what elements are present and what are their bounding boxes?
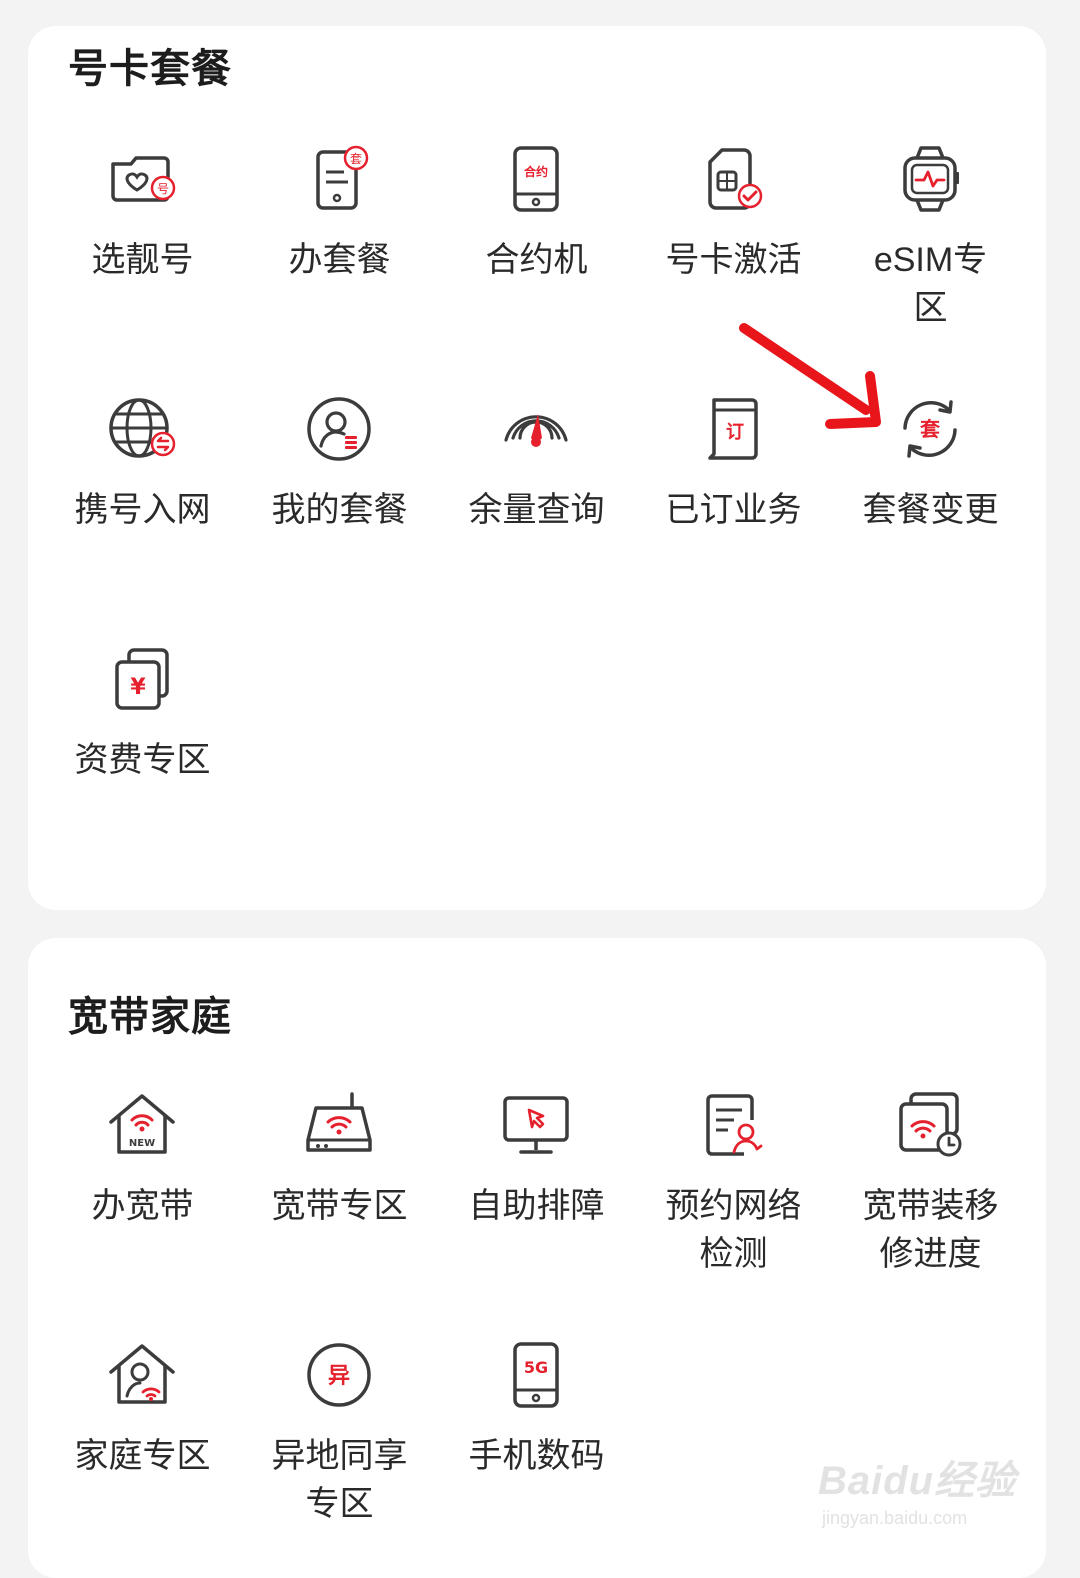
service-label: 携号入网 [74,491,211,529]
phone-5g-icon: 5G [501,1340,571,1410]
wifi-clock-icon [895,1090,965,1160]
service-label: 办宽带 [91,1187,194,1225]
svg-text:套: 套 [920,417,940,441]
service-label: 手机数码 [468,1437,605,1475]
svg-text:5G: 5G [524,1358,548,1377]
service-label: 异地同享专区 [271,1437,408,1523]
document-inspect-icon [698,1090,768,1160]
globe-transfer-icon [107,394,177,464]
user-plan-icon [304,394,374,464]
svg-text:套: 套 [350,152,362,166]
folder-heart-icon: 号 [107,144,177,214]
watermark: Baidu经验 jingyan.baidu.com [818,1448,1018,1548]
service-label: 自助排障 [468,1187,605,1225]
tariff-cards-icon: ¥ [107,644,177,714]
service-label: 我的套餐 [271,491,408,529]
service-label: 套餐变更 [862,491,999,529]
service-label: 号卡激活 [665,241,802,279]
annotation-arrow-icon [739,323,881,429]
plan-change-icon: 套 [895,394,965,464]
watermark-url: jingyan.baidu.com [822,1508,968,1528]
service-label: 已订业务 [665,491,802,529]
section-card-number-plans: 号卡套餐 号 选靓号 套 办套餐 合约 合约机 号卡激活 eSIM专区 携号入网… [28,26,1046,910]
section-title: 号卡套餐 [68,47,232,91]
monitor-cursor-icon [501,1090,571,1160]
home-user-icon [107,1340,177,1410]
remote-share-icon: 异 [304,1340,374,1410]
sim-check-icon [698,144,768,214]
section-title: 宽带家庭 [68,995,232,1039]
svg-text:异: 异 [328,1364,350,1389]
contract-phone-icon: 合约 [501,144,571,214]
document-badge-icon: 套 [304,144,374,214]
svg-text:合约: 合约 [524,164,548,179]
home-wifi-new-icon: NEW [107,1090,177,1160]
service-label: 家庭专区 [74,1437,211,1475]
service-label: 合约机 [485,241,588,279]
signal-gauge-icon [501,394,571,464]
svg-text:NEW: NEW [129,1138,155,1149]
service-label: 宽带装移修进度 [862,1187,999,1273]
smartwatch-icon [895,144,965,214]
service-label: 宽带专区 [271,1187,408,1225]
service-label: 资费专区 [74,741,211,779]
svg-text:¥: ¥ [130,675,146,700]
service-label: 预约网络检测 [665,1187,802,1273]
service-label: 选靓号 [91,241,194,279]
watermark-brand: Baidu经验 [818,1459,1017,1503]
service-label: 余量查询 [468,491,605,529]
service-label: 办套餐 [288,241,391,279]
svg-text:号: 号 [157,182,169,196]
router-icon [304,1090,374,1160]
